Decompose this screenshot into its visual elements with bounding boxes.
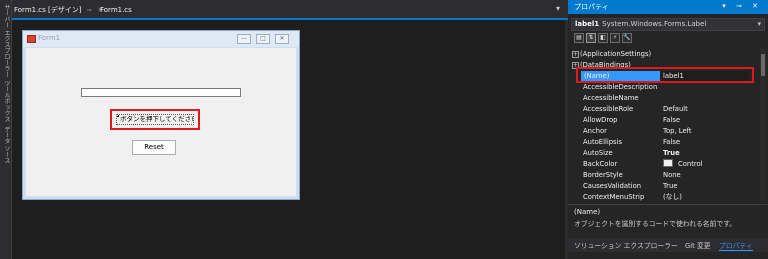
textbox1[interactable] — [81, 88, 241, 97]
alphabetical-icon[interactable]: ⇅ — [586, 33, 596, 43]
pin-icon[interactable]: ⊸ — [87, 7, 92, 14]
property-value[interactable]: Top, Left — [663, 126, 692, 137]
property-row[interactable]: AutoSize True — [568, 148, 760, 159]
property-name: BorderStyle — [583, 171, 623, 179]
toolbox-tab[interactable]: ツールボックス — [1, 80, 11, 122]
form-titlebar: Form1 — □ ✕ — [23, 31, 299, 47]
form-client-area[interactable]: ボタンを押下してください Reset — [26, 48, 296, 196]
property-row[interactable]: AccessibleName — [568, 93, 760, 104]
properties-scrollbar[interactable] — [760, 48, 766, 202]
properties-panel: プロパティ ▾ ⊸ ✕ label1 System.Windows.Forms.L… — [568, 0, 768, 259]
object-name: label1 — [575, 20, 600, 28]
tab-solution-explorer[interactable]: ソリューション エクスプローラー — [574, 240, 678, 250]
property-row[interactable]: BackColor Control — [568, 159, 760, 170]
property-description-pane: (Name) オブジェクトを識別するコードで使われる名前です。 — [568, 204, 768, 238]
scrollbar-thumb[interactable] — [761, 54, 765, 76]
object-type: System.Windows.Forms.Label — [602, 20, 707, 28]
tab-form1-designer[interactable]: Form1.cs [デザイン] ⊸ ✕ — [14, 3, 103, 18]
server-explorer-tab[interactable]: サーバー エクスプローラー — [1, 4, 11, 78]
document-tab-bar: Form1.cs [デザイン] ⊸ ✕ Form1.cs ▾ — [12, 0, 568, 20]
tab-list-dropdown-icon[interactable]: ▾ — [556, 4, 560, 13]
property-row[interactable]: AllowDrop False — [568, 115, 760, 126]
property-row[interactable]: BorderStyle None — [568, 170, 760, 181]
property-name: Anchor — [583, 127, 607, 135]
properties-view-icon[interactable]: ◧ — [598, 33, 608, 43]
property-row[interactable]: AccessibleDescription — [568, 82, 760, 93]
property-value[interactable]: (なし) — [663, 192, 682, 202]
expand-icon[interactable]: + — [572, 51, 579, 58]
description-text: オブジェクトを識別するコードで使われる名前です。 — [574, 220, 737, 228]
object-selector-dropdown[interactable]: label1 System.Windows.Forms.Label ▾ — [571, 18, 765, 31]
property-value-color[interactable]: Control — [663, 159, 703, 170]
property-name: AutoSize — [583, 149, 613, 157]
property-name: ContextMenuStrip — [583, 193, 645, 201]
data-sources-tab[interactable]: データ ソース — [1, 126, 11, 164]
property-name: BackColor — [583, 160, 618, 168]
label1[interactable]: ボタンを押下してください — [116, 114, 194, 125]
tab-form1-code[interactable]: Form1.cs — [100, 3, 132, 18]
form-title: Form1 — [38, 34, 61, 42]
property-value[interactable]: False — [663, 115, 680, 126]
name-row-highlight-box — [576, 67, 754, 83]
panel-window-controls-icon[interactable]: ▾ ⊸ ✕ — [722, 2, 762, 10]
property-name: AllowDrop — [583, 116, 618, 124]
property-category-row[interactable]: + (ApplicationSettings) — [568, 49, 760, 60]
maximize-icon[interactable]: □ — [256, 34, 270, 44]
tab-form1-code-label: Form1.cs — [100, 6, 132, 14]
property-pages-wrench-icon[interactable]: 🔧 — [622, 33, 632, 43]
property-category-label: (ApplicationSettings) — [580, 50, 652, 58]
property-row[interactable]: ContextMenuStrip (なし) — [568, 192, 760, 202]
property-value: Control — [678, 160, 703, 168]
color-swatch — [663, 159, 673, 167]
property-name: AccessibleRole — [583, 105, 634, 113]
minimize-icon[interactable]: — — [237, 34, 251, 44]
form1-window[interactable]: Form1 — □ ✕ ボタンを押下してください Reset — [22, 30, 300, 200]
property-value[interactable]: True — [663, 181, 677, 192]
properties-title: プロパティ — [574, 3, 609, 11]
property-row[interactable]: CausesValidation True — [568, 181, 760, 192]
property-name: AccessibleDescription — [583, 83, 658, 91]
panel-footer — [568, 252, 768, 259]
chevron-down-icon: ▾ — [757, 20, 761, 28]
tab-properties[interactable]: プロパティ — [719, 240, 753, 251]
properties-toolbar: ▤ ⇅ ◧ ⚡ 🔧 — [574, 33, 634, 45]
tab-git-changes[interactable]: Git 変更 — [685, 240, 711, 250]
properties-titlebar: プロパティ ▾ ⊸ ✕ — [568, 0, 768, 14]
selection-handle[interactable] — [117, 115, 119, 117]
property-name: AccessibleName — [583, 94, 639, 102]
description-title: (Name) — [574, 208, 601, 216]
panel-bottom-tabs: ソリューション エクスプローラー Git 変更 プロパティ — [568, 238, 768, 252]
form-app-icon — [27, 35, 36, 43]
property-value[interactable]: None — [663, 170, 681, 181]
property-row[interactable]: AccessibleRole Default — [568, 104, 760, 115]
events-lightning-icon[interactable]: ⚡ — [610, 33, 620, 43]
side-tool-strip: サーバー エクスプローラー ツールボックス データ ソース — [0, 0, 12, 259]
property-row[interactable]: Anchor Top, Left — [568, 126, 760, 137]
property-value[interactable]: True — [663, 148, 680, 159]
property-value[interactable]: Default — [663, 104, 688, 115]
property-name: CausesValidation — [583, 182, 642, 190]
close-icon[interactable]: ✕ — [275, 34, 289, 44]
reset-button[interactable]: Reset — [132, 140, 176, 155]
property-value[interactable]: False — [663, 137, 680, 148]
categorized-icon[interactable]: ▤ — [574, 33, 584, 43]
tab-form1-designer-label: Form1.cs [デザイン] — [14, 6, 82, 14]
label1-text: ボタンを押下してください — [120, 115, 194, 123]
property-row[interactable]: AutoEllipsis False — [568, 137, 760, 148]
property-name: AutoEllipsis — [583, 138, 623, 146]
